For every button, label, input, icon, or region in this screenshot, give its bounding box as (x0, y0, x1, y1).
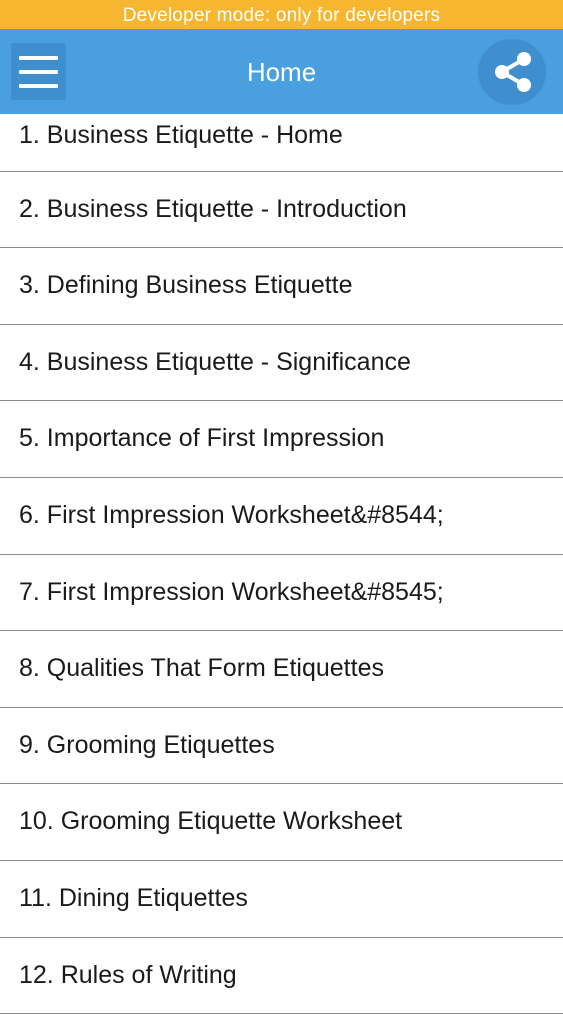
share-icon (495, 52, 531, 92)
list-item[interactable]: 4. Business Etiquette - Significance (0, 325, 563, 402)
list-item[interactable]: 7. First Impression Worksheet&#8545; (0, 555, 563, 632)
list-item[interactable]: 12. Rules of Writing (0, 938, 563, 1014)
list-item[interactable]: 3. Defining Business Etiquette (0, 248, 563, 325)
list-item[interactable]: 8. Qualities That Form Etiquettes (0, 631, 563, 708)
menu-button[interactable] (11, 43, 66, 100)
list-item[interactable]: 1. Business Etiquette - Home (0, 114, 563, 172)
topic-list: 1. Business Etiquette - Home 2. Business… (0, 114, 563, 1014)
list-item[interactable]: 10. Grooming Etiquette Worksheet (0, 784, 563, 861)
list-item[interactable]: 6. First Impression Worksheet&#8544; (0, 478, 563, 555)
developer-mode-banner: Developer mode: only for developers (0, 0, 563, 29)
list-item[interactable]: 5. Importance of First Impression (0, 401, 563, 478)
list-item[interactable]: 2. Business Etiquette - Introduction (0, 172, 563, 249)
list-item[interactable]: 11. Dining Etiquettes (0, 861, 563, 938)
share-button[interactable] (478, 39, 546, 105)
list-item[interactable]: 9. Grooming Etiquettes (0, 708, 563, 785)
app-bar: Home (0, 29, 563, 114)
